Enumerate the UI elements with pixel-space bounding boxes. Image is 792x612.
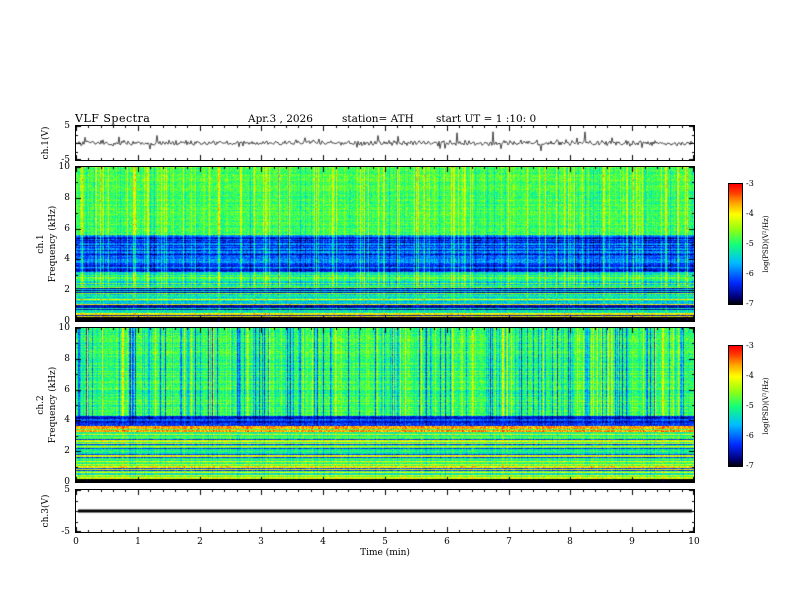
ch1-wave-ylabel: ch.1(V) [41,126,51,160]
x-tick: 1 [135,537,141,547]
ch2-spec-ytick: 10 [58,323,70,333]
ch2-spec-channel-label: ch.2 [36,395,46,415]
colorbar2-label: log(PSD)(V²/Hz) [762,377,770,435]
colorbar2-tick: -3 [746,341,754,350]
ch1-spectrogram-plot [75,166,695,322]
x-tick: 0 [73,537,79,547]
x-tick: 9 [629,537,635,547]
date-label: Apr.3 , 2026 [248,113,313,125]
ch1-spec-ytick: 2 [64,285,70,295]
x-tick: 8 [567,537,573,547]
ch3-wave-ytick-bottom: -5 [61,527,70,537]
colorbar-ch2 [728,345,743,467]
plot-title: VLF Spectra [75,112,151,125]
x-tick: 5 [382,537,388,547]
ch2-spectrogram-plot [75,327,695,483]
colorbar-ch1 [728,183,743,305]
ch1-spec-channel-label: ch.1 [36,234,46,254]
colorbar2-tick: -7 [746,461,754,470]
x-axis-label: Time (min) [360,548,410,558]
x-tick: 6 [444,537,450,547]
ch1-spec-ytick: 8 [64,193,70,203]
ch3-wave-ylabel: ch.3(V) [41,494,51,528]
ch3-waveform-plot [75,489,695,533]
colorbar1-label: log(PSD)(V²/Hz) [762,215,770,273]
ch2-spec-ytick: 8 [64,354,70,364]
ch3-wave-ytick-top: 5 [64,485,70,495]
ch1-wave-ytick-top: 5 [64,121,70,131]
ch2-spec-ytick: 2 [64,446,70,456]
x-tick: 2 [197,537,203,547]
vlf-spectra-figure: VLF Spectra Apr.3 , 2026 station= ATH st… [0,0,792,612]
ch1-spec-axis-label: Frequency (kHz) [48,205,58,283]
x-tick: 7 [506,537,512,547]
ch1-waveform-plot [75,125,695,161]
x-tick: 4 [320,537,326,547]
start-ut-label: start UT = 1 :10: 0 [436,113,537,125]
x-tick: 3 [258,537,264,547]
station-label: station= ATH [342,113,414,125]
x-tick: 10 [688,537,700,547]
colorbar1-tick: -3 [746,179,754,188]
ch2-spec-axis-label: Frequency (kHz) [48,366,58,444]
ch1-spec-ytick: 10 [58,162,70,172]
colorbar1-tick: -7 [746,299,754,308]
